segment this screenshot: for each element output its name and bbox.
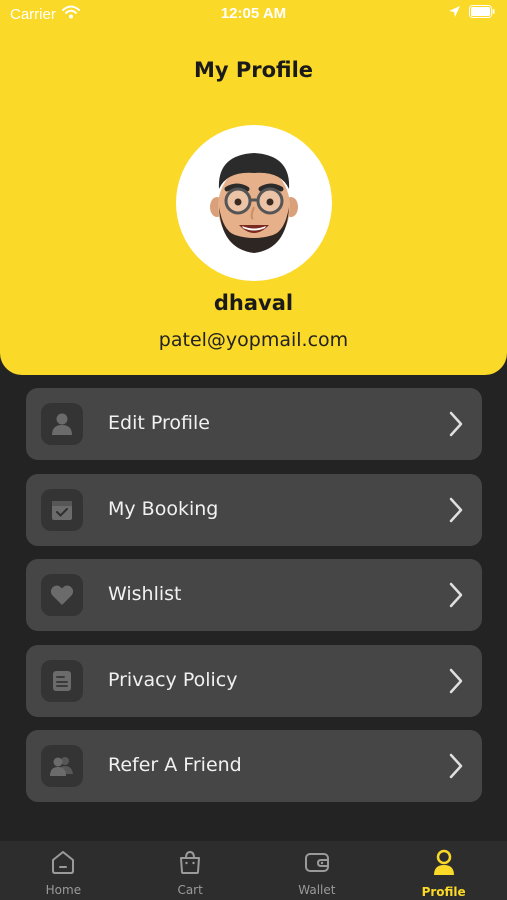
avatar[interactable] bbox=[176, 125, 332, 281]
tab-profile[interactable]: Profile bbox=[380, 841, 507, 900]
memoji-avatar-icon bbox=[210, 153, 298, 253]
tab-label: Profile bbox=[421, 885, 466, 899]
user-email: patel@yopmail.com bbox=[158, 329, 349, 351]
chevron-right-icon bbox=[448, 667, 464, 699]
person-icon bbox=[41, 403, 83, 445]
profile-header: Carrier 12:05 AM My Profile dhaval patel… bbox=[0, 0, 507, 375]
chevron-right-icon bbox=[448, 752, 464, 784]
menu-item-wishlist[interactable]: Wishlist bbox=[26, 559, 482, 631]
tab-wallet[interactable]: Wallet bbox=[254, 841, 381, 900]
wallet-icon bbox=[304, 849, 330, 879]
chevron-right-icon bbox=[448, 496, 464, 528]
chevron-right-icon bbox=[448, 581, 464, 613]
menu-label: Edit Profile bbox=[108, 412, 210, 434]
menu-item-refer-a-friend[interactable]: Refer A Friend bbox=[26, 730, 482, 802]
menu-item-edit-profile[interactable]: Edit Profile bbox=[26, 388, 482, 460]
profile-icon bbox=[432, 849, 456, 881]
menu-item-privacy-policy[interactable]: Privacy Policy bbox=[26, 644, 482, 717]
status-right bbox=[448, 5, 495, 22]
location-arrow-icon bbox=[448, 5, 461, 22]
menu-item-my-booking[interactable]: My Booking bbox=[26, 473, 482, 546]
page-title: My Profile bbox=[193, 58, 314, 82]
menu-label: Refer A Friend bbox=[108, 754, 242, 776]
profile-menu: Edit Profile My Booking Wishlist Privacy… bbox=[26, 388, 482, 816]
tab-label: Home bbox=[45, 883, 82, 897]
battery-icon bbox=[469, 5, 495, 22]
tab-cart[interactable]: Cart bbox=[127, 841, 254, 900]
user-name: dhaval bbox=[213, 291, 294, 315]
bottom-tab-bar: Home Cart Wallet Profile bbox=[0, 841, 507, 900]
tab-label: Cart bbox=[177, 883, 203, 897]
refer-friend-icon bbox=[41, 745, 83, 787]
menu-label: Wishlist bbox=[108, 583, 182, 605]
home-icon bbox=[50, 849, 76, 879]
document-icon bbox=[41, 659, 83, 702]
status-bar: Carrier 12:05 AM bbox=[0, 0, 507, 28]
tab-home[interactable]: Home bbox=[0, 841, 127, 900]
booking-box-icon bbox=[41, 488, 83, 531]
heart-icon bbox=[41, 574, 83, 616]
menu-label: My Booking bbox=[108, 497, 219, 520]
menu-label: Privacy Policy bbox=[108, 668, 238, 691]
chevron-right-icon bbox=[448, 410, 464, 442]
cart-icon bbox=[177, 849, 203, 879]
tab-label: Wallet bbox=[298, 883, 336, 897]
status-time: 12:05 AM bbox=[220, 5, 287, 22]
